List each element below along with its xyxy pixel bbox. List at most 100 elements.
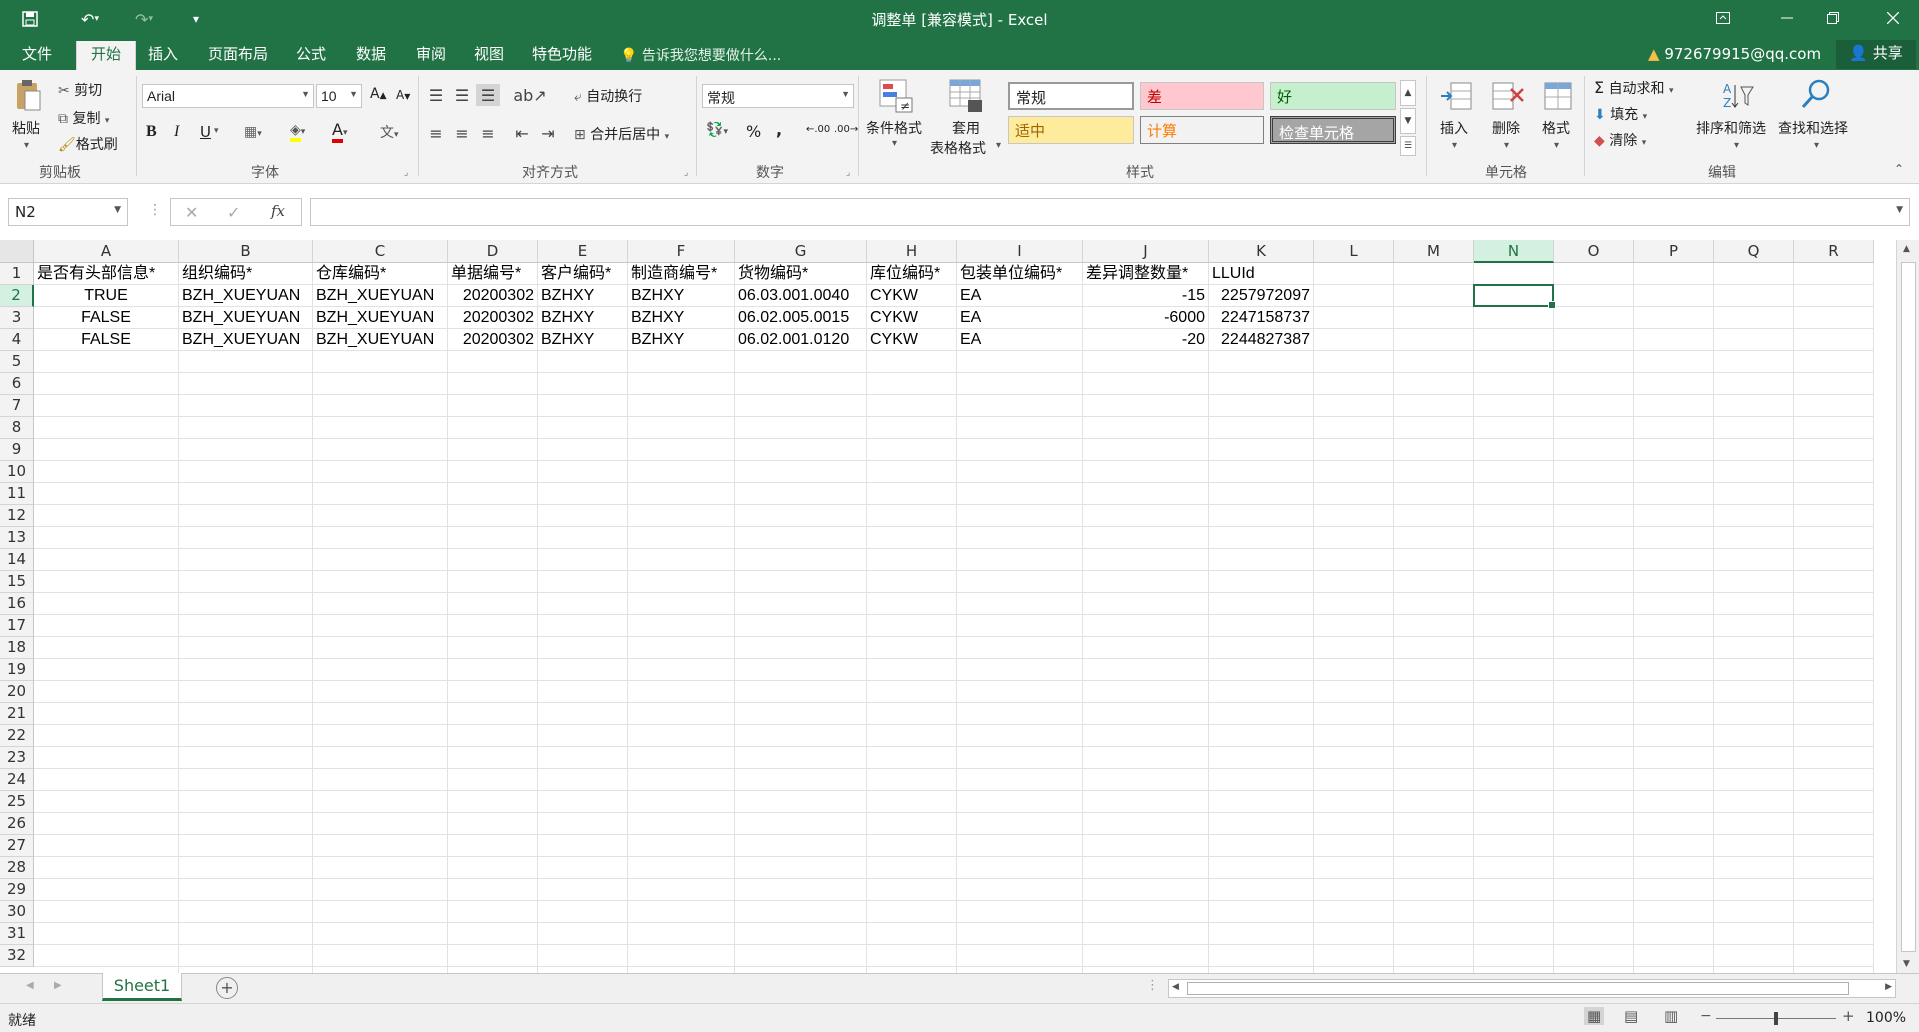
cell[interactable]: BZH_XUEYUAN [179, 285, 312, 306]
accounting-format-button[interactable]: 💱▾ [706, 122, 728, 138]
tab-review[interactable]: 审阅 [402, 41, 460, 70]
row-header-7[interactable]: 7 [0, 395, 34, 417]
delete-cells-button[interactable]: 删除 [1492, 118, 1520, 138]
row-header-26[interactable]: 26 [0, 813, 34, 835]
column-header-n[interactable]: N [1474, 240, 1554, 263]
cell[interactable]: -15 [1083, 285, 1208, 306]
insert-cells-button[interactable]: 插入 [1440, 118, 1468, 138]
format-cells-button[interactable]: 格式 [1542, 118, 1570, 138]
column-header-r[interactable]: R [1794, 240, 1874, 263]
row-header-18[interactable]: 18 [0, 637, 34, 659]
column-header-g[interactable]: G [735, 240, 867, 263]
find-select-icon[interactable] [1796, 74, 1836, 114]
column-header-k[interactable]: K [1209, 240, 1314, 263]
style-check-cell[interactable]: 检查单元格 [1270, 116, 1396, 144]
decrease-decimal-icon[interactable]: .00→ [834, 124, 858, 135]
underline-button[interactable]: U [200, 123, 211, 141]
row-header-5[interactable]: 5 [0, 351, 34, 373]
row-header-31[interactable]: 31 [0, 923, 34, 945]
row-header-27[interactable]: 27 [0, 835, 34, 857]
tab-formulas[interactable]: 公式 [282, 41, 340, 70]
row-header-22[interactable]: 22 [0, 725, 34, 747]
table-format-icon[interactable] [946, 76, 986, 116]
increase-indent-icon[interactable]: ⇥ [536, 122, 560, 144]
cell[interactable]: CYKW [867, 307, 956, 328]
alignment-launcher-icon[interactable]: ⌟ [684, 168, 688, 178]
column-header-m[interactable]: M [1394, 240, 1474, 263]
tab-home[interactable]: 开始 [76, 41, 137, 70]
row-header-24[interactable]: 24 [0, 769, 34, 791]
row-header-13[interactable]: 13 [0, 527, 34, 549]
row-header-20[interactable]: 20 [0, 681, 34, 703]
fill-color-button[interactable]: ◈▾ [290, 122, 305, 142]
conditional-format-button[interactable]: 条件格式 [866, 118, 922, 138]
page-layout-view-icon[interactable]: ▤ [1624, 1007, 1638, 1025]
row-header-10[interactable]: 10 [0, 461, 34, 483]
column-title-cell[interactable]: 仓库编码* [313, 263, 447, 284]
select-all-corner[interactable] [0, 240, 34, 263]
number-format-select[interactable]: 常规 ▼ [702, 84, 854, 108]
row-header-14[interactable]: 14 [0, 549, 34, 571]
style-normal[interactable]: 常规 [1008, 82, 1134, 110]
cell[interactable]: 20200302 [448, 307, 537, 328]
cell[interactable]: BZHXY [628, 285, 734, 306]
copy-button[interactable]: ⧉ 复制 ▾ [58, 108, 109, 128]
table-format-label-2[interactable]: 表格格式 [930, 138, 986, 158]
cell[interactable]: TRUE [34, 285, 178, 306]
cell[interactable]: BZH_XUEYUAN [313, 307, 447, 328]
row-header-1[interactable]: 1 [0, 263, 34, 285]
format-painter-button[interactable]: 🖌格式刷 [58, 134, 118, 154]
zoom-slider-thumb[interactable] [1774, 1012, 1778, 1025]
style-neutral[interactable]: 适中 [1008, 116, 1134, 144]
tab-file[interactable]: 文件 [8, 41, 66, 70]
fx-button[interactable]: fx [271, 202, 285, 220]
align-center-icon[interactable]: ≡ [450, 122, 474, 144]
paste-icon[interactable] [12, 78, 44, 114]
column-header-a[interactable]: A [34, 240, 179, 263]
find-select-button[interactable]: 查找和选择 [1778, 118, 1848, 138]
percent-button[interactable]: % [746, 122, 761, 141]
borders-button[interactable]: ▦▾ [244, 124, 262, 140]
normal-view-icon[interactable]: ▦ [1584, 1007, 1605, 1025]
cell[interactable]: EA [957, 285, 1082, 306]
scroll-down-icon[interactable]: ▼ [1903, 959, 1910, 969]
column-title-cell[interactable]: LLUId [1209, 263, 1313, 284]
font-color-button[interactable]: A▾ [332, 120, 347, 143]
expand-formula-icon[interactable]: ▼ [1896, 205, 1903, 215]
chevron-down-icon[interactable]: ▾ [1554, 140, 1559, 151]
row-header-3[interactable]: 3 [0, 307, 34, 329]
row-header-19[interactable]: 19 [0, 659, 34, 681]
sort-filter-button[interactable]: 排序和筛选 [1696, 118, 1766, 138]
cell[interactable]: BZHXY [538, 329, 627, 350]
sort-filter-icon[interactable]: AZ [1718, 76, 1758, 116]
cell[interactable]: FALSE [34, 307, 178, 328]
cell[interactable]: 20200302 [448, 285, 537, 306]
cell[interactable]: 20200302 [448, 329, 537, 350]
prev-sheet-icon[interactable]: ◀ [26, 980, 34, 991]
tab-insert[interactable]: 插入 [134, 41, 192, 70]
cell[interactable]: 06.02.005.0015 [735, 307, 866, 328]
cell[interactable]: BZHXY [628, 329, 734, 350]
row-header-6[interactable]: 6 [0, 373, 34, 395]
active-cell-selection[interactable] [1473, 284, 1556, 309]
column-title-cell[interactable]: 组织编码* [179, 263, 312, 284]
cell[interactable]: BZHXY [628, 307, 734, 328]
scroll-right-icon[interactable]: ▶ [1885, 982, 1892, 992]
style-calculation[interactable]: 计算 [1140, 116, 1264, 144]
align-bottom-icon[interactable]: ☰ [476, 84, 500, 106]
font-size-select[interactable]: 10 ▼ [316, 84, 362, 108]
sheet-tab-sheet1[interactable]: Sheet1 [102, 973, 182, 1001]
collapse-ribbon-icon[interactable]: ⌃ [1894, 162, 1904, 176]
font-name-select[interactable]: Arial ▼ [142, 84, 314, 108]
increase-decimal-icon[interactable]: ←.00 [806, 124, 830, 135]
cell[interactable]: BZH_XUEYUAN [179, 307, 312, 328]
column-title-cell[interactable]: 制造商编号* [628, 263, 734, 284]
column-header-h[interactable]: H [867, 240, 957, 263]
cell[interactable]: BZHXY [538, 307, 627, 328]
add-sheet-icon[interactable]: + [216, 977, 238, 999]
row-header-32[interactable]: 32 [0, 945, 34, 967]
style-bad[interactable]: 差 [1140, 82, 1264, 110]
restore-icon[interactable] [1810, 6, 1856, 30]
close-icon[interactable] [1870, 6, 1916, 30]
chevron-down-icon[interactable]: ▾ [1452, 140, 1457, 151]
